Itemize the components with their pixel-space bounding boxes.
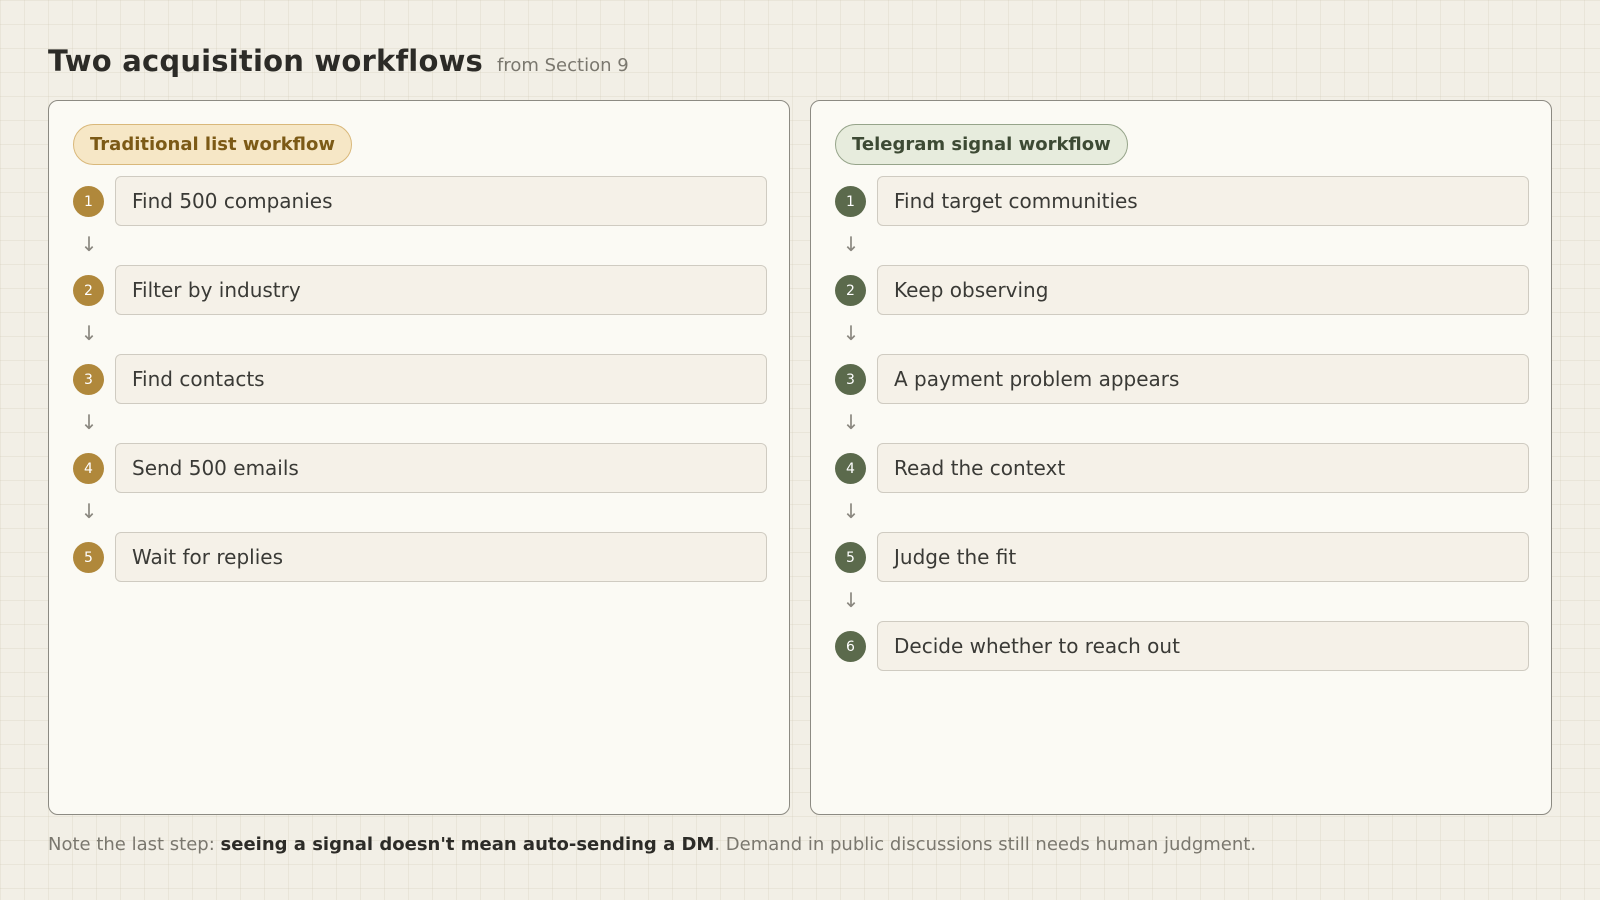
step-number-badge: 4	[73, 453, 104, 484]
traditional-workflow-label: Traditional list workflow	[73, 124, 353, 165]
step-box: Filter by industry	[115, 265, 767, 315]
page-title: Two acquisition workflows	[48, 44, 484, 78]
step-number-badge: 1	[73, 186, 104, 217]
down-arrow-icon: ↓	[80, 499, 98, 523]
down-arrow-icon: ↓	[80, 232, 98, 256]
step-box: Send 500 emails	[115, 443, 767, 493]
step-box: A payment problem appears	[877, 354, 1529, 404]
workflow-step: 4 Send 500 emails ↓	[73, 443, 767, 532]
workflow-step: 5 Wait for replies	[73, 532, 767, 621]
step-box: Decide whether to reach out	[877, 621, 1529, 671]
workflow-step: 2 Keep observing ↓	[835, 265, 1529, 354]
step-number-badge: 5	[73, 542, 104, 573]
footnote: Note the last step: seeing a signal does…	[48, 834, 1256, 855]
step-box: Wait for replies	[115, 532, 767, 582]
down-arrow-icon: ↓	[80, 321, 98, 345]
workflow-step: 1 Find 500 companies ↓	[73, 176, 767, 265]
step-box: Find 500 companies	[115, 176, 767, 226]
traditional-workflow-panel: Traditional list workflow 1 Find 500 comp…	[48, 100, 790, 815]
down-arrow-icon: ↓	[842, 410, 860, 434]
footnote-prefix: Note the last step:	[48, 834, 221, 855]
workflow-step: 4 Read the context ↓	[835, 443, 1529, 532]
step-number-badge: 6	[835, 631, 866, 662]
footnote-emphasis: seeing a signal doesn't mean auto-sendin…	[220, 834, 715, 855]
telegram-workflow-steps: 1 Find target communities ↓ 2 Keep observing…	[835, 176, 1529, 710]
workflow-step: 3 A payment problem appears ↓	[835, 354, 1529, 443]
down-arrow-icon: ↓	[842, 499, 860, 523]
telegram-workflow-panel: Telegram signal workflow 1 Find target co…	[810, 100, 1552, 815]
step-box: Read the context	[877, 443, 1529, 493]
workflow-step: 3 Find contacts ↓	[73, 354, 767, 443]
workflow-step: 1 Find target communities ↓	[835, 176, 1529, 265]
step-number-badge: 4	[835, 453, 866, 484]
workflow-step: 5 Judge the fit ↓	[835, 532, 1529, 621]
step-box: Find contacts	[115, 354, 767, 404]
footnote-suffix: . Demand in public discussions still nee…	[714, 834, 1257, 855]
step-number-badge: 3	[73, 364, 104, 395]
step-number-badge: 2	[835, 275, 866, 306]
step-number-badge: 2	[73, 275, 104, 306]
page-subtitle: from Section 9	[497, 55, 629, 76]
workflow-step: 2 Filter by industry ↓	[73, 265, 767, 354]
step-number-badge: 3	[835, 364, 866, 395]
step-number-badge: 1	[835, 186, 866, 217]
down-arrow-icon: ↓	[842, 232, 860, 256]
down-arrow-icon: ↓	[842, 588, 860, 612]
page-header: Two acquisition workflows from Section 9	[48, 44, 629, 78]
step-box: Judge the fit	[877, 532, 1529, 582]
step-box: Find target communities	[877, 176, 1529, 226]
traditional-workflow-steps: 1 Find 500 companies ↓ 2 Filter by industry ↓…	[73, 176, 767, 621]
step-number-badge: 5	[835, 542, 866, 573]
down-arrow-icon: ↓	[842, 321, 860, 345]
workflow-step: 6 Decide whether to reach out	[835, 621, 1529, 710]
step-box: Keep observing	[877, 265, 1529, 315]
telegram-workflow-label: Telegram signal workflow	[835, 124, 1128, 165]
down-arrow-icon: ↓	[80, 410, 98, 434]
